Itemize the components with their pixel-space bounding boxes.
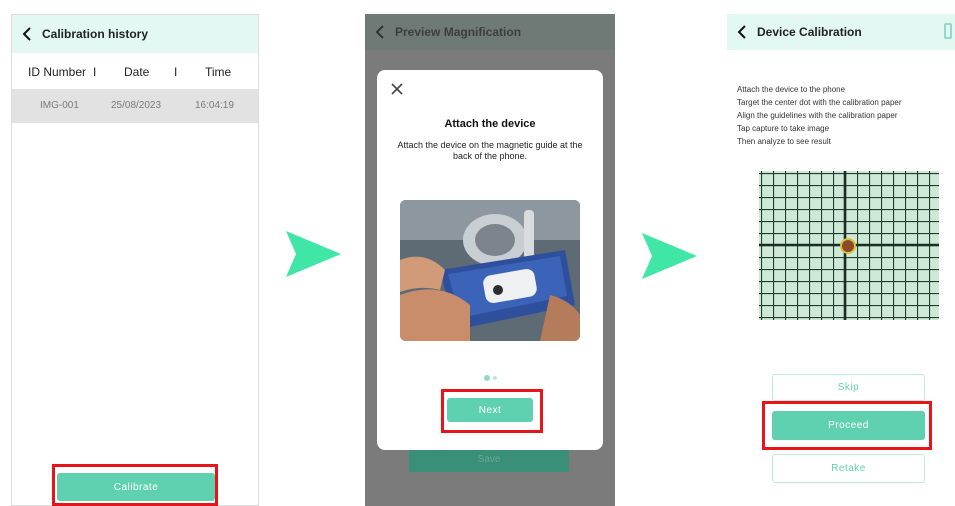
settings-icon[interactable] (944, 23, 952, 39)
chevron-left-icon (737, 25, 746, 39)
calibration-grid-preview (759, 171, 939, 320)
row-id: IMG-001 (40, 100, 79, 111)
back-button[interactable] (12, 27, 42, 41)
chevron-left-icon (375, 25, 384, 39)
app-bar: Device Calibration (727, 14, 955, 50)
page-title: Device Calibration (757, 25, 862, 39)
instruction-line: Then analyze to see result (737, 137, 831, 146)
instruction-line: Target the center dot with the calibrati… (737, 98, 902, 107)
table-row[interactable]: IMG-001 25/08/2023 16:04:19 (12, 89, 258, 123)
close-icon[interactable] (390, 82, 404, 96)
back-button[interactable] (365, 25, 395, 39)
skip-button[interactable]: Skip (772, 374, 925, 401)
page-indicator (377, 375, 603, 381)
instruction-line: Align the guidelines with the calibratio… (737, 111, 898, 120)
column-header-time: Time (205, 65, 232, 79)
instruction-line: Tap capture to take image (737, 124, 830, 133)
page-dot (492, 376, 497, 380)
highlight-box-proceed (762, 401, 932, 450)
column-separator: I (93, 65, 97, 79)
phone-with-device-image (400, 200, 580, 341)
column-header-id: ID Number (28, 65, 87, 79)
calibration-history-screen: Calibration history ID Number I Date I T… (11, 14, 259, 506)
highlight-box-calibrate (52, 464, 218, 506)
column-separator: I (174, 65, 178, 79)
device-attachment-photo (400, 200, 580, 341)
highlight-box-next (441, 389, 543, 433)
calibration-instructions: Attach the device to the phone Target th… (737, 83, 902, 148)
table-header: ID Number I Date I Time (12, 65, 258, 85)
modal-description: Attach the device on the magnetic guide … (397, 140, 583, 161)
row-time: 16:04:19 (195, 100, 234, 111)
app-bar: Calibration history (12, 15, 258, 53)
app-bar: Preview Magnification (365, 14, 615, 50)
back-button[interactable] (727, 25, 757, 39)
page-title: Calibration history (42, 27, 149, 41)
chevron-left-icon (22, 27, 31, 41)
play-arrow-icon (642, 233, 697, 279)
row-date: 25/08/2023 (111, 100, 162, 111)
page-dot-active (483, 375, 490, 381)
calibration-paper-image (759, 171, 939, 320)
modal-title: Attach the device (444, 118, 536, 130)
instruction-line: Attach the device to the phone (737, 85, 846, 94)
play-arrow-icon (286, 231, 341, 277)
page-title: Preview Magnification (395, 25, 522, 39)
retake-button[interactable]: Retake (772, 454, 925, 483)
column-header-date: Date (124, 65, 150, 79)
